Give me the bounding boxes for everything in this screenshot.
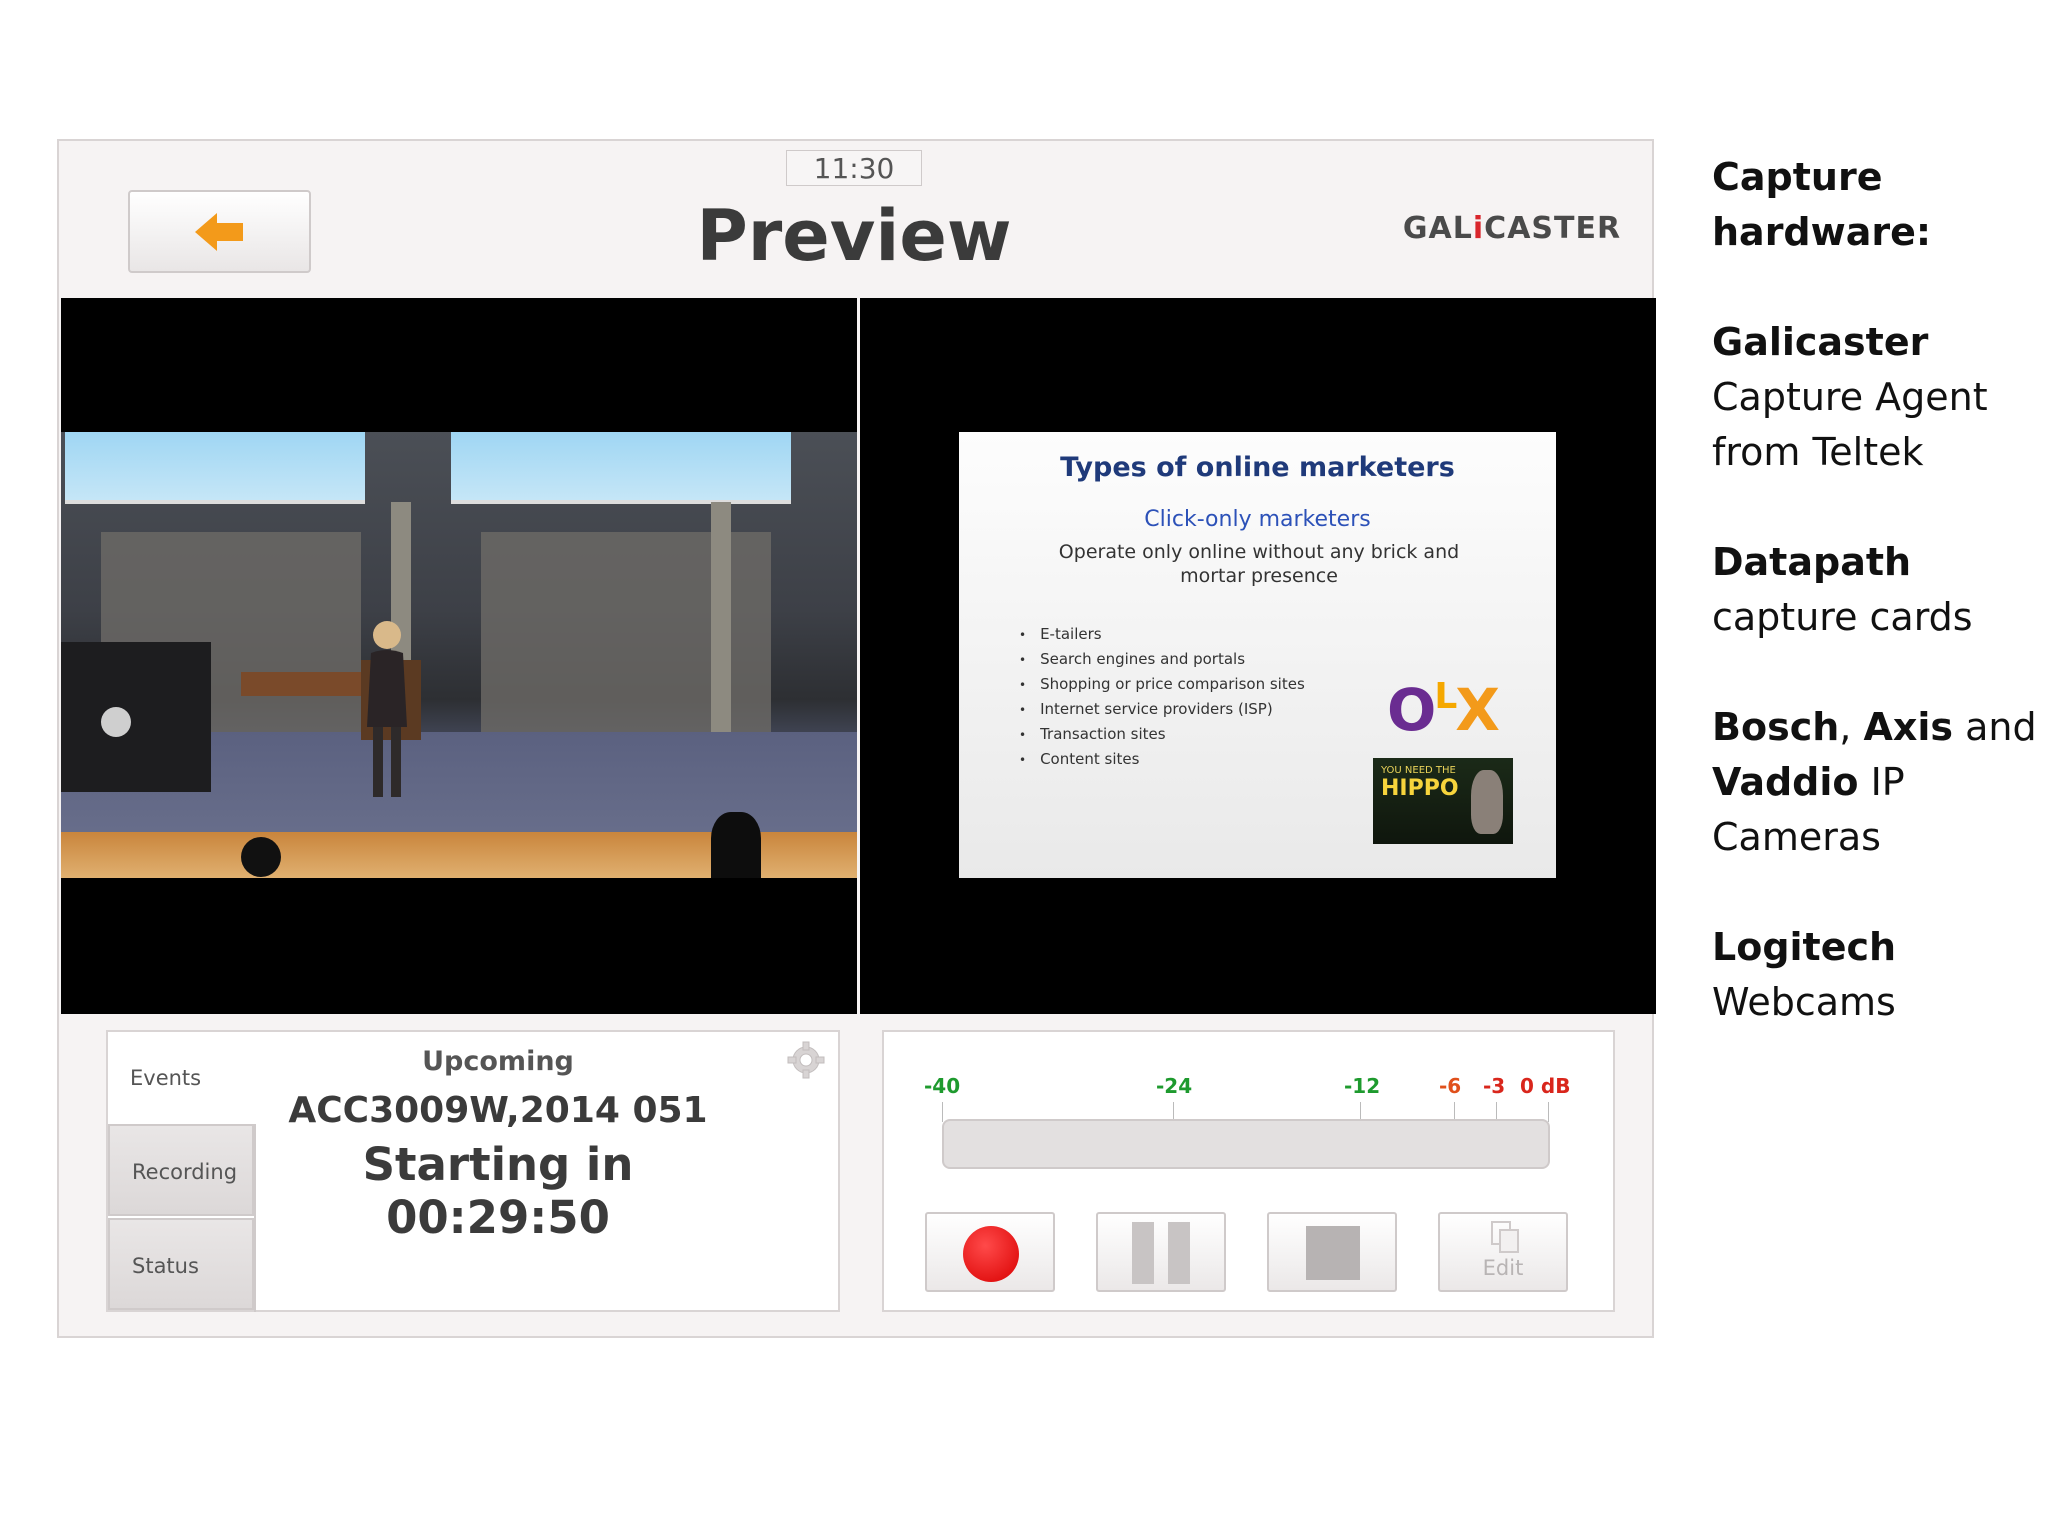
olx-logo: OLX xyxy=(1387,676,1500,744)
brand-i: i xyxy=(1472,211,1485,246)
galicaster-window: 11:30 Preview GALiCASTER Types of online… xyxy=(57,139,1656,1338)
slide-bullet: Transaction sites xyxy=(1019,722,1305,747)
note-sep: and xyxy=(1953,705,2037,749)
tab-divider xyxy=(254,1124,256,1312)
note-logitech: Logitech Webcams xyxy=(1712,920,2042,1030)
presentation-slide: Types of online marketers Click-only mar… xyxy=(959,432,1556,878)
note-text: Capture Agent from Teltek xyxy=(1712,375,1988,474)
slide-description: Operate only online without any brick an… xyxy=(1058,541,1460,587)
clock-display: 11:30 xyxy=(786,150,922,186)
note-text: capture cards xyxy=(1712,595,1973,639)
note-capture-hardware: Capture hardware: xyxy=(1712,150,2042,260)
edit-label: Edit xyxy=(1482,1256,1524,1280)
slide-bullet: Internet service providers (ISP) xyxy=(1019,697,1305,722)
audio-level-meter xyxy=(942,1119,1550,1169)
note-text: Webcams xyxy=(1712,980,1896,1024)
note-datapath: Datapath capture cards xyxy=(1712,535,2042,645)
arrow-left-icon xyxy=(195,213,243,251)
slide-title: Types of online marketers xyxy=(1060,452,1455,483)
event-countdown: Starting in 00:29:50 xyxy=(362,1138,634,1244)
pause-icon xyxy=(1132,1222,1154,1284)
meter-tick: -40 xyxy=(924,1074,961,1098)
note-ip-cameras: Bosch, Axis and Vaddio IP Cameras xyxy=(1712,700,2042,865)
gear-icon[interactable] xyxy=(786,1040,826,1080)
copy-icon xyxy=(1491,1221,1519,1253)
meter-tick: -12 xyxy=(1344,1074,1381,1098)
meter-tick: 0 dB xyxy=(1520,1074,1571,1098)
note-bold: Bosch xyxy=(1712,705,1840,749)
slide-bullet: Shopping or price comparison sites xyxy=(1019,672,1305,697)
slide-bullet: Content sites xyxy=(1019,747,1305,772)
event-code: ACC3009W,2014 051 xyxy=(288,1090,708,1131)
brand-suffix: CASTER xyxy=(1484,211,1622,246)
lecturer-figure xyxy=(367,621,407,797)
brand-prefix: GAL xyxy=(1402,211,1473,246)
stop-icon xyxy=(1306,1226,1360,1280)
note-bold: Datapath xyxy=(1712,540,1912,584)
tab-events[interactable]: Events xyxy=(108,1032,254,1124)
record-icon xyxy=(963,1226,1019,1282)
upcoming-heading: Upcoming xyxy=(422,1046,574,1077)
note-galicaster: Galicaster Capture Agent from Teltek xyxy=(1712,315,2042,480)
note-bold: Axis xyxy=(1863,705,1954,749)
stop-button[interactable] xyxy=(1267,1212,1397,1292)
hippo-ad-image: YOU NEED THE HIPPO xyxy=(1373,758,1513,844)
slide-subtitle: Click-only marketers xyxy=(1144,507,1371,532)
meter-tick: -3 xyxy=(1483,1074,1506,1098)
meter-tick: -24 xyxy=(1156,1074,1193,1098)
edit-button[interactable]: Edit xyxy=(1438,1212,1568,1292)
tab-status[interactable]: Status xyxy=(108,1218,254,1310)
screen-preview: Types of online marketers Click-only mar… xyxy=(860,298,1656,1014)
tab-recording[interactable]: Recording xyxy=(108,1124,254,1216)
hippo-small-text: YOU NEED THE xyxy=(1381,765,1456,776)
pause-button[interactable] xyxy=(1096,1212,1226,1292)
note-bold: Vaddio xyxy=(1712,760,1859,804)
note-sep: , xyxy=(1839,705,1864,749)
slide-bullet: Search engines and portals xyxy=(1019,647,1305,672)
controls-panel: -40 -24 -12 -6 -3 0 dB Edit xyxy=(882,1030,1615,1312)
back-button[interactable] xyxy=(128,190,311,273)
record-button[interactable] xyxy=(925,1212,1055,1292)
lecture-hall-image xyxy=(61,432,857,878)
note-heading: Capture hardware: xyxy=(1712,155,1932,254)
camera-preview xyxy=(61,298,857,1014)
page-title: Preview xyxy=(696,195,1012,277)
events-panel: Events Recording Status Upcoming ACC3009… xyxy=(106,1030,840,1312)
note-bold: Logitech xyxy=(1712,925,1897,969)
slide-bullet: E-tailers xyxy=(1019,622,1305,647)
slide-bullets: E-tailers Search engines and portals Sho… xyxy=(1019,622,1305,772)
note-bold: Galicaster xyxy=(1712,320,1929,364)
galicaster-logo: GALiCASTER xyxy=(1397,211,1627,246)
hardware-notes: Capture hardware: Galicaster Capture Age… xyxy=(1712,150,2042,1085)
hippo-big-text: HIPPO xyxy=(1381,776,1459,801)
meter-tick: -6 xyxy=(1439,1074,1462,1098)
